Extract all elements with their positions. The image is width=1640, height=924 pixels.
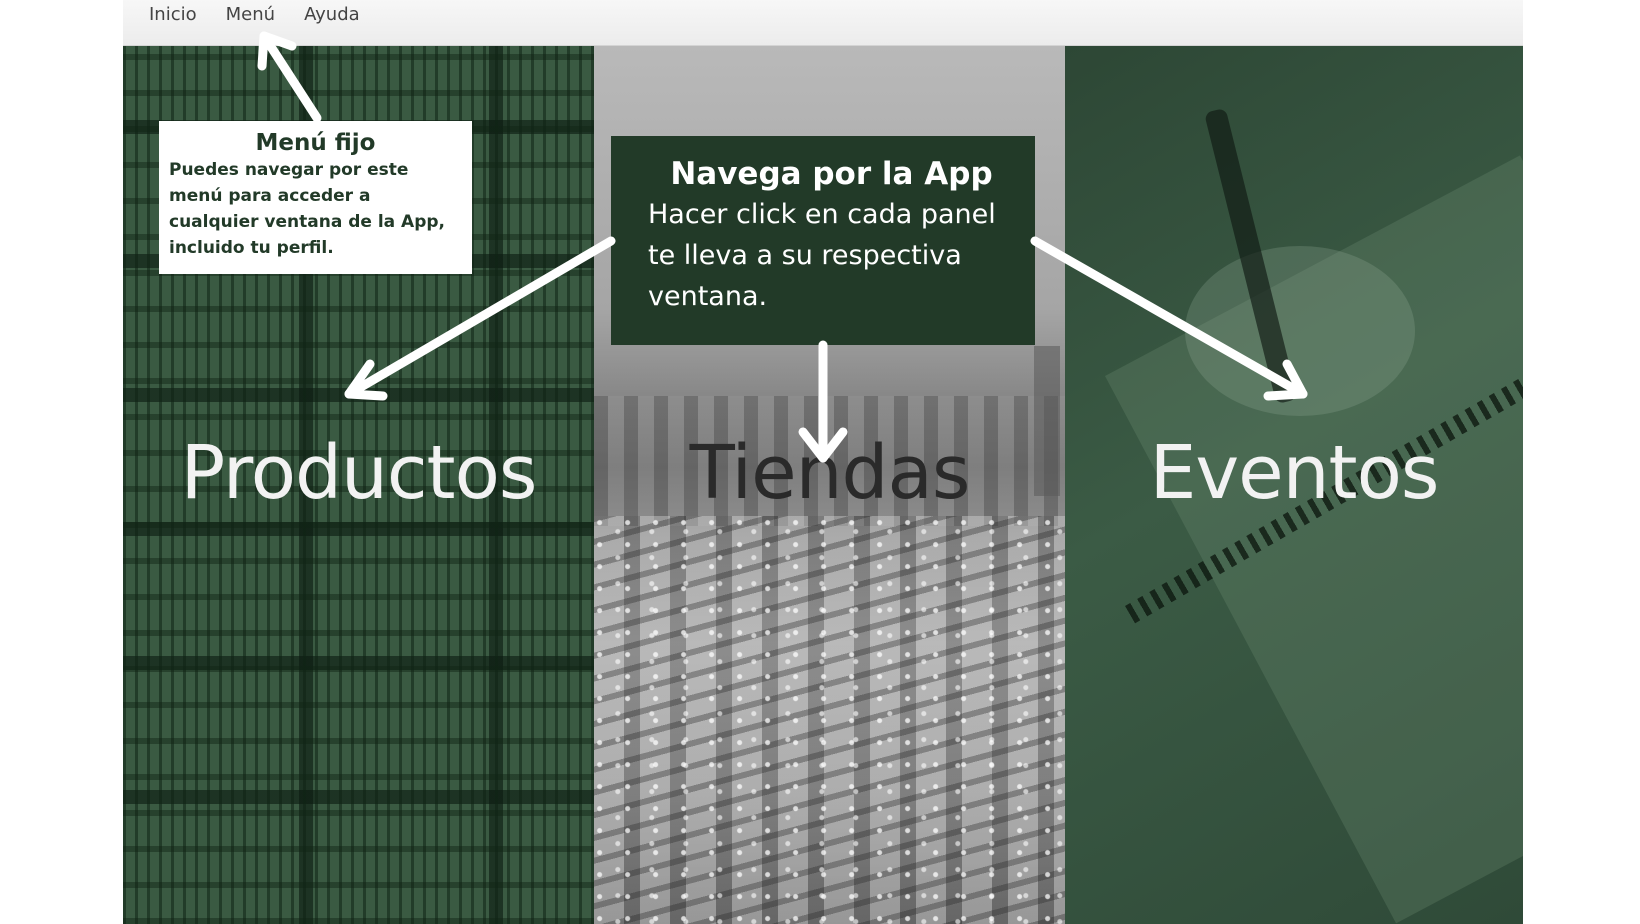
arrow-to-menu-icon (257, 31, 322, 123)
arrow-to-stores-icon (798, 340, 848, 463)
arrow-to-products-icon (344, 236, 616, 401)
annotation-arrows (257, 31, 1308, 463)
arrow-to-events-icon (1030, 236, 1308, 401)
